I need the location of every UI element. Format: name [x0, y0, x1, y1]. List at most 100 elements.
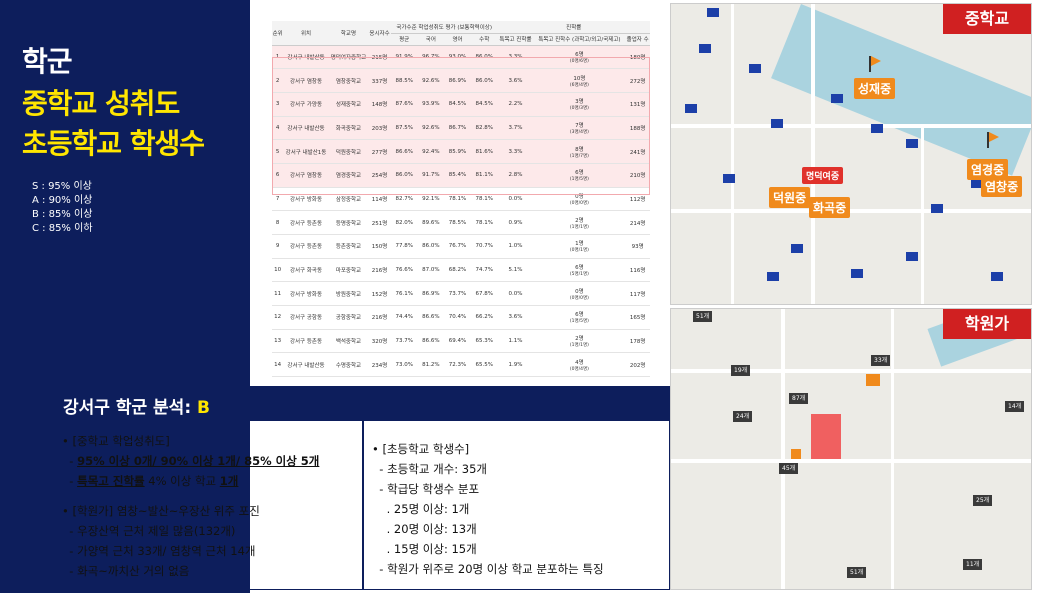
- academy-count-label: 33개: [871, 355, 891, 366]
- table-cell: 86.9%: [444, 68, 471, 93]
- cell-count: 10명: [573, 75, 586, 82]
- table-cell: 공항중학교: [328, 305, 369, 330]
- table-cell: 강서구 화곡동: [283, 258, 329, 283]
- table-cell: 염창중학교: [328, 68, 369, 93]
- table-cell: 180명: [625, 45, 650, 70]
- table-cell: 76.1%: [390, 281, 418, 307]
- cell-breakdown: (0명/0명): [569, 295, 589, 301]
- table-cell: 131명: [625, 92, 650, 117]
- table-cell: 강서구 등촌동: [283, 234, 329, 259]
- table-cell: 234명: [368, 352, 391, 378]
- table-cell: 6명 (5명/1명): [533, 258, 626, 283]
- table-cell: 272명: [625, 68, 650, 93]
- table-cell: 81.2%: [417, 352, 445, 378]
- table-cell: 등촌중학교: [328, 234, 369, 259]
- achievement-summary: 95% 이상 0개/ 90% 이상 1개/ 85% 이상 5개: [77, 454, 320, 468]
- table-cell: 214명: [625, 210, 650, 235]
- title-line-3: 초등학교 학생수: [22, 127, 205, 160]
- table-cell: 241명: [625, 139, 650, 164]
- academy-count-label: 51개: [847, 567, 867, 578]
- table-cell: 203명: [368, 116, 391, 141]
- table-cell: 91.7%: [417, 163, 445, 188]
- cell-breakdown: (0명/0명): [569, 200, 589, 206]
- cell-breakdown: (0명/1명): [569, 248, 589, 254]
- group-header-eval: 국가수준 학업성취도 평가 (보통학력이상): [390, 21, 498, 34]
- table-cell: 78.5%: [444, 210, 471, 235]
- group-header-progress: 진학률: [497, 21, 650, 34]
- table-cell: 76.7%: [444, 234, 471, 259]
- table-cell: 강서구 염창동: [283, 68, 329, 93]
- school-label: 덕원중: [769, 187, 811, 208]
- col-header: 특목고 진학수 (과학고/외고/국제고): [533, 33, 626, 46]
- cell-count: 6명: [575, 265, 584, 272]
- table-cell: 148명: [368, 92, 391, 117]
- cell-count: 6명: [575, 170, 584, 177]
- academy-line: 우장산역 근처 제일 많음(132개): [77, 524, 236, 538]
- table-cell: 강서구 등촌동: [283, 329, 329, 354]
- table-cell: 10명 (6명/4명): [533, 68, 626, 93]
- table-cell: 84.5%: [444, 92, 471, 117]
- analysis-right-box: • [초등학교 학생수] - 초등학교 개수: 35개 - 학급당 학생수 분포…: [363, 420, 670, 590]
- table-cell: 7명 (3명/4명): [533, 116, 626, 141]
- table-row: 8 강서구 등촌동 등명중학교 251명 82.0% 89.6% 78.5% 78.1% 0.9…: [272, 210, 650, 235]
- table-cell: 1.9%: [497, 352, 534, 378]
- table-cell: 73.7%: [444, 281, 471, 307]
- table-cell: 86.0%: [470, 45, 498, 70]
- academy-count-label: 87개: [789, 393, 809, 404]
- school-pin-icon: [707, 8, 719, 17]
- academy-count-label: 19개: [731, 365, 751, 376]
- table-cell: 68.2%: [444, 258, 471, 283]
- school-label: 명덕여중: [802, 167, 844, 184]
- table-cell: 강서구 염창동: [283, 163, 329, 188]
- table-cell: 86.6%: [417, 305, 445, 330]
- school-pin-icon: [991, 272, 1003, 281]
- table-cell: 86.0%: [390, 163, 418, 188]
- cell-breakdown: (0명/3명): [569, 106, 589, 112]
- table-row: 5 강서구 내발산1동 덕원중학교 277명 86.6% 92.4% 85.9% 81.6% 3…: [272, 139, 650, 164]
- special-school-label: 특목고 진학률: [77, 474, 145, 488]
- school-label: 성재중: [854, 78, 896, 99]
- school-table: 순위 위치 학교명 응시자수 국가수준 학업성취도 평가 (보통학력이상) 진학…: [272, 21, 650, 386]
- elementary-line: . 25명 이상: 1개: [386, 502, 470, 516]
- school-pin-icon: [685, 104, 697, 113]
- table-cell: 114명: [368, 187, 391, 212]
- cell-count: 2명: [575, 336, 584, 343]
- school-pin-icon: [771, 119, 783, 128]
- cell-breakdown: (1명/5명): [569, 177, 589, 183]
- table-cell: 76.6%: [390, 258, 418, 283]
- table-cell: 86.9%: [417, 281, 445, 307]
- cell-count: 4명: [575, 359, 584, 366]
- academy-line: 가양역 근처 33개/ 염창역 근처 14개: [77, 544, 256, 558]
- cell-breakdown: (1명/1명): [569, 343, 589, 349]
- table-cell: 93.9%: [417, 92, 445, 117]
- table-cell: 81.6%: [470, 139, 498, 164]
- table-cell: 방원중학교: [328, 281, 369, 307]
- table-cell: 3명 (0명/3명): [533, 92, 626, 117]
- table-cell: 82.8%: [470, 116, 498, 141]
- table-cell: 수명중학교: [328, 352, 369, 378]
- table-cell: 216명: [368, 305, 391, 330]
- table-cell: 강서구 내발산1동: [283, 139, 329, 164]
- table-cell: 0명 (0명/0명): [533, 281, 626, 307]
- table-cell: 강서구 내발산동: [283, 352, 329, 378]
- col-header: 졸업자 수: [625, 33, 650, 46]
- table-cell: 86.7%: [444, 116, 471, 141]
- school-pin-icon: [767, 272, 779, 281]
- table-cell: 1.1%: [497, 329, 534, 354]
- table-cell: 명덕여자중학교: [328, 45, 369, 70]
- table-cell: 10: [272, 258, 284, 283]
- col-header: 국어: [417, 33, 445, 46]
- table-cell: 강서구 공항동: [283, 305, 329, 330]
- table-cell: 92.6%: [417, 116, 445, 141]
- table-cell: 165명: [625, 305, 650, 330]
- cell-count: 2명: [575, 217, 584, 224]
- table-cell: 93명: [625, 234, 650, 259]
- table-cell: 성재중학교: [328, 92, 369, 117]
- table-cell: 삼정중학교: [328, 187, 369, 212]
- analysis-title-bar: 강서구 학군 분석: B: [53, 386, 670, 420]
- map-tag-academy: 학원가: [943, 309, 1031, 339]
- table-row: 6 강서구 염창동 염경중학교 254명 86.0% 91.7% 85.4% 81.1% 2.8…: [272, 163, 650, 188]
- table-cell: 251명: [368, 210, 391, 235]
- elementary-line: 학급당 학생수 분포: [387, 482, 480, 496]
- elementary-line: . 15명 이상: 15개: [386, 542, 477, 556]
